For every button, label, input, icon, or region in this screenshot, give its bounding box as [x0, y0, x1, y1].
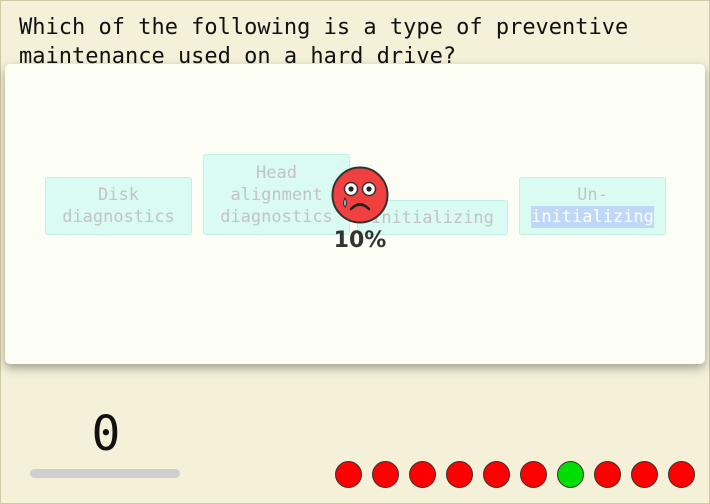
answer-line: Un-	[577, 185, 608, 205]
answer-option-disk-diagnostics[interactable]: Disk diagnostics	[45, 177, 192, 235]
result-percent: 10%	[333, 228, 387, 253]
score-counter: 0	[91, 406, 121, 462]
answer-line: diagnostics	[62, 207, 175, 227]
answer-line: diagnostics	[220, 206, 333, 227]
history-dot-wrong	[372, 461, 399, 488]
history-dot-wrong	[409, 461, 436, 488]
answer-card: Disk diagnostics Head alignment diagnost…	[5, 64, 705, 364]
answer-line: alignment	[230, 184, 323, 205]
question-text: Which of the following is a type of prev…	[19, 15, 629, 69]
history-dot-wrong	[520, 461, 547, 488]
history-dot-wrong	[483, 461, 510, 488]
history-dot-wrong	[335, 461, 362, 488]
score-progress-bar	[30, 469, 180, 478]
answer-option-un-initializing[interactable]: Un- initializing	[519, 177, 666, 235]
history-dot-wrong	[631, 461, 658, 488]
answer-line: Head	[256, 162, 297, 183]
history-dot-wrong	[594, 461, 621, 488]
history-dot-correct	[557, 461, 584, 488]
answer-option-head-alignment-diagnostics[interactable]: Head alignment diagnostics	[203, 154, 350, 235]
history-dot-wrong	[668, 461, 695, 488]
answer-line: Initializing	[371, 207, 494, 228]
answer-history	[335, 461, 695, 488]
history-dot-wrong	[446, 461, 473, 488]
answer-line-selected: initializing	[531, 206, 654, 228]
sad-crying-face-icon	[331, 166, 389, 224]
answer-line: Disk	[98, 185, 139, 205]
quiz-window: Which of the following is a type of prev…	[0, 0, 710, 504]
